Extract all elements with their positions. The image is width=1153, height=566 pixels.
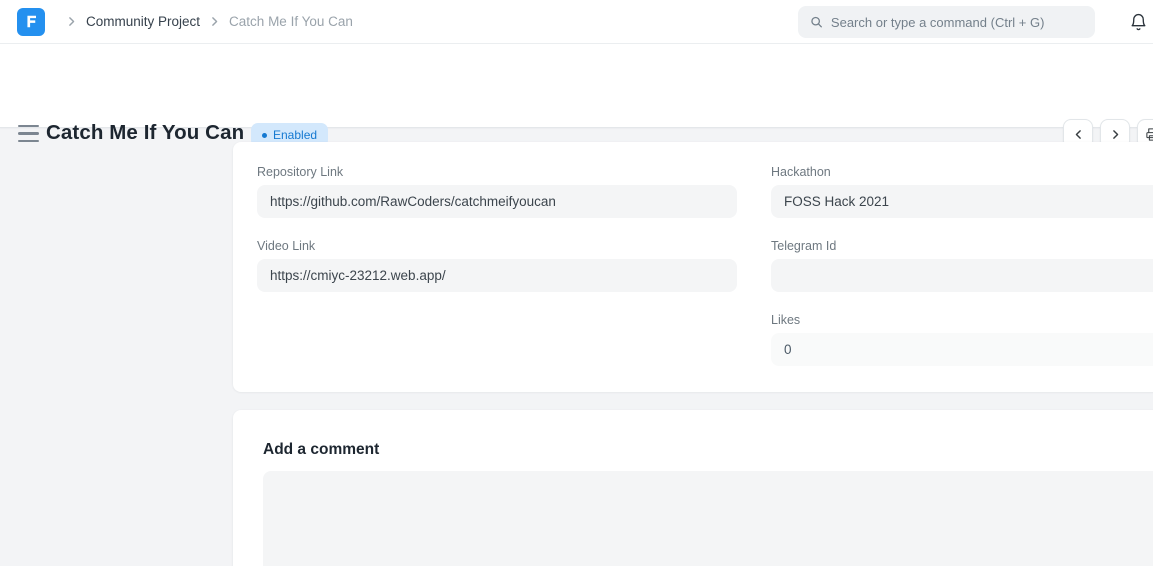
page-header: Catch Me If You Can Enabled (0, 44, 1153, 128)
field-likes: Likes (771, 312, 1153, 366)
chevron-right-icon (65, 15, 78, 28)
video-link-input[interactable] (257, 259, 737, 292)
field-hackathon: Hackathon (771, 164, 1153, 218)
telegram-id-input[interactable] (771, 259, 1153, 292)
breadcrumb-community-project[interactable]: Community Project (86, 14, 200, 29)
field-telegram-id: Telegram Id (771, 238, 1153, 292)
form-column-right: Hackathon Telegram Id Likes (771, 164, 1153, 366)
breadcrumb: Community Project Catch Me If You Can (57, 14, 353, 29)
form-column-left: Repository Link Video Link (257, 164, 737, 366)
likes-input (771, 333, 1153, 366)
form-section: Repository Link Video Link Hackathon Tel… (233, 142, 1153, 392)
field-label: Repository Link (257, 164, 737, 180)
page-body: Repository Link Video Link Hackathon Tel… (0, 128, 1153, 566)
frappe-logo-icon (24, 14, 39, 29)
field-label: Telegram Id (771, 238, 1153, 254)
comment-section: Add a comment (233, 410, 1153, 566)
hackathon-input[interactable] (771, 185, 1153, 218)
comment-input[interactable] (263, 471, 1153, 566)
field-label: Likes (771, 312, 1153, 328)
bell-icon (1129, 13, 1148, 32)
field-repository-link: Repository Link (257, 164, 737, 218)
field-video-link: Video Link (257, 238, 737, 292)
notifications-button[interactable] (1127, 11, 1150, 34)
search-input[interactable] (831, 15, 1083, 30)
navbar-right (798, 0, 1153, 44)
breadcrumb-current-page: Catch Me If You Can (229, 14, 353, 29)
repository-link-input[interactable] (257, 185, 737, 218)
navbar: Community Project Catch Me If You Can (0, 0, 1153, 44)
app-window: Community Project Catch Me If You Can (0, 0, 1153, 566)
global-search[interactable] (798, 6, 1095, 38)
field-label: Video Link (257, 238, 737, 254)
field-label: Hackathon (771, 164, 1153, 180)
search-icon (810, 15, 823, 29)
chevron-right-icon (208, 15, 221, 28)
frappe-logo[interactable] (17, 8, 45, 36)
comment-heading: Add a comment (263, 440, 1153, 459)
